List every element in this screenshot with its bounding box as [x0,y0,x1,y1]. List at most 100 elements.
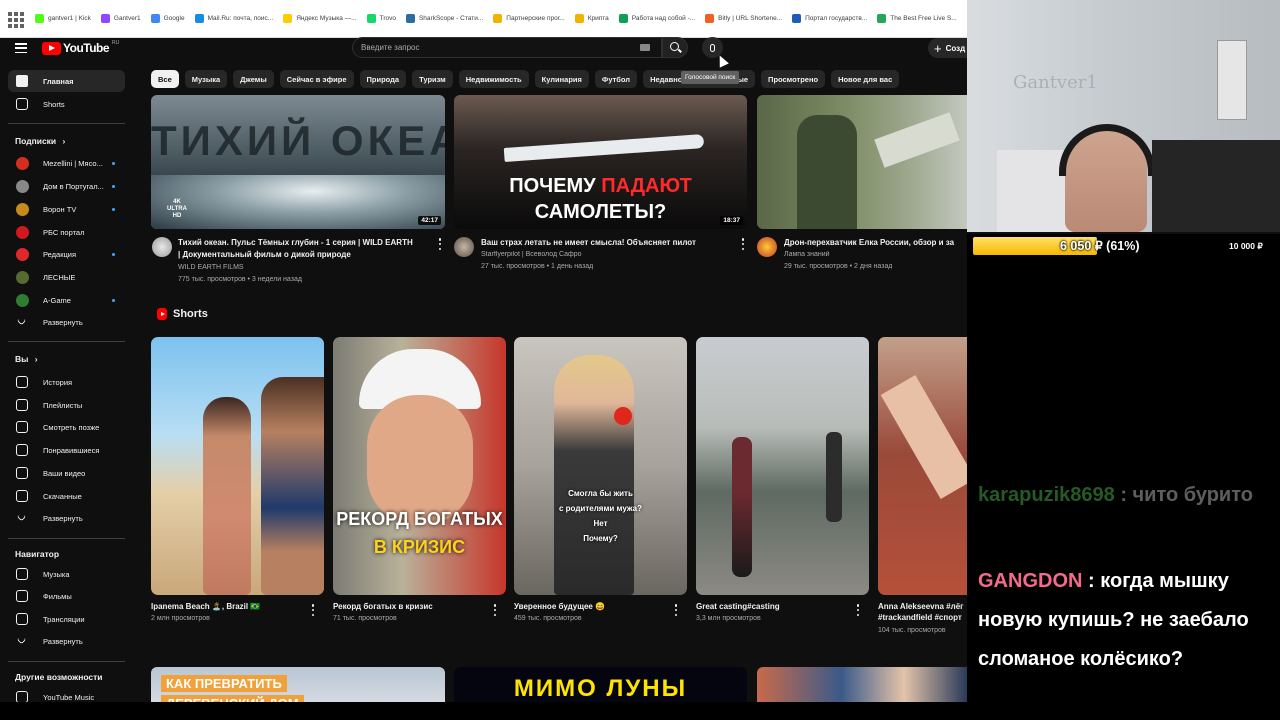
search-input[interactable]: Введите запрос [352,37,662,58]
sidebar-item[interactable]: Дом в Португал... [8,175,125,197]
chip-11[interactable]: Новое для вас [831,70,900,88]
short-thumbnail[interactable]: РЕКОРД БОГАТЫХ В КРИЗИС [333,337,506,595]
short-title-line-2[interactable]: #trackandfield #спорт [878,612,967,623]
channel-name[interactable]: Лампа знаний [784,251,830,258]
sidebar-item[interactable]: Ваши видео [8,462,125,484]
microphone-graphic [614,407,632,425]
sidebar-item[interactable]: Ворон TV [8,198,125,220]
sidebar-item[interactable]: Редакция [8,243,125,265]
person-graphic [826,432,842,522]
bookmark-item[interactable]: Trovo [362,9,401,29]
short-subtitle-4: Почему? [583,534,618,543]
sidebar-item[interactable]: Главная [8,70,125,92]
video-thumbnail[interactable] [757,95,967,229]
region-code: RU [112,40,120,46]
bookmark-item[interactable]: Крипта [570,9,614,29]
sidebar-item[interactable]: РБС портал [8,221,125,243]
short-views: 71 тыс. просмотров [333,615,397,622]
more-options-icon[interactable] [741,238,745,250]
short-title[interactable]: Уверенное будущее 😄 [514,601,664,612]
short-title[interactable]: Рекорд богатых в кризис [333,601,483,612]
more-options-icon[interactable] [856,604,860,616]
chip-4[interactable]: Природа [359,70,407,88]
sidebar-item[interactable]: Shorts [8,93,125,115]
keyboard-icon[interactable] [640,44,650,51]
chip-6[interactable]: Недвижимость [458,70,529,88]
bookmark-favicon-icon [150,14,160,23]
bookmark-item[interactable]: Mail.Ru: почта, поис... [190,9,279,29]
sidebar-item[interactable]: Понравившиеся [8,439,125,461]
short-thumbnail[interactable] [151,337,324,595]
channel-avatar[interactable] [454,237,474,257]
menu-icon[interactable] [15,43,27,53]
bookmark-item[interactable]: Партнерские прог... [488,9,569,29]
video-thumbnail[interactable] [757,667,967,707]
video-title-line-2[interactable]: | Документальный фильм о дикой природе [178,249,433,261]
donation-goal: 10 000 ₽ [1229,241,1263,251]
channel-name[interactable]: WILD EARTH FILMS [178,264,244,271]
chip-0[interactable]: Все [151,70,179,88]
more-options-icon[interactable] [438,238,442,250]
sidebar-item[interactable]: История [8,371,125,393]
short-title[interactable]: Ipanema Beach 🏝️, Brazil 🇧🇷 [151,601,301,612]
sidebar-section-heading[interactable]: Подписки › [15,136,65,146]
bookmark-item[interactable]: The Best Free Live S... [872,9,961,29]
search-button[interactable] [662,37,688,58]
bookmark-label: Google [163,15,185,22]
video-thumbnail[interactable]: МИМО ЛУНЫ [454,667,747,707]
video-title[interactable]: Дрон-перехватчик Елка России, обзор и за [784,237,967,249]
chip-7[interactable]: Кулинария [534,70,589,88]
bookmark-item[interactable]: Яндекс Музыка —... [278,9,361,29]
sidebar-item[interactable]: Фильмы [8,585,125,607]
sidebar-item[interactable]: A-Game [8,289,125,311]
video-thumbnail[interactable]: ПОЧЕМУ ПАДАЮТ САМОЛЕТЫ? 18:37 [454,95,747,229]
sidebar-item[interactable]: Развернуть [8,311,125,333]
short-thumbnail[interactable] [878,337,967,595]
sidebar-item[interactable]: Развернуть [8,507,125,529]
bookmark-item[interactable]: gantver1 | Kick [30,9,96,29]
sidebar-item[interactable]: Скачанные [8,485,125,507]
sidebar-item[interactable]: Развернуть [8,630,125,652]
more-options-icon[interactable] [493,604,497,616]
short-thumbnail[interactable]: Смогла бы жить с родителями мужа? Нет По… [514,337,687,595]
sidebar-item[interactable]: Mezellini | Мясо... [8,152,125,174]
wall-sign: Gantver1 [1013,72,1098,93]
chip-1[interactable]: Музыка [184,70,228,88]
short-title[interactable]: Great casting#casting [696,601,846,612]
short-thumbnail[interactable] [696,337,869,595]
video-thumbnail[interactable]: КАК ПРЕВРАТИТЬ ДЕРЕВЕНСКИЙ ДОМ [151,667,445,707]
chip-2[interactable]: Джемы [233,70,274,88]
bookmark-item[interactable]: Bitly | URL Shortene... [700,9,787,29]
chip-8[interactable]: Футбол [594,70,638,88]
channel-name[interactable]: Starflyerpilot | Всеволод Сафро [481,251,582,258]
apps-grid-icon[interactable] [6,10,24,28]
soldier-graphic [797,115,857,229]
live-icon [16,613,28,625]
person-graphic [554,355,634,595]
channel-avatar[interactable] [757,237,777,257]
bookmark-item[interactable]: SharkScope - Стати... [401,9,488,29]
video-thumbnail[interactable]: ТИХИЙ ОКЕАН 4K ULTRA HD 42:17 [151,95,445,229]
bookmark-item[interactable]: Gantver1 [96,9,146,29]
short-title[interactable]: Anna Alekseevna #лёг [878,601,967,612]
chip-10[interactable]: Просмотрено [761,70,826,88]
bookmark-item[interactable]: Портал государств... [787,9,872,29]
sidebar-section-heading[interactable]: Вы › [15,354,38,364]
youtube-play-icon [42,41,61,55]
bookmark-label: Партнерские прог... [506,15,565,22]
bookmark-item[interactable]: Работа над собой -... [614,9,700,29]
more-options-icon[interactable] [674,604,678,616]
sidebar-item[interactable]: Смотреть позже [8,416,125,438]
sidebar-item[interactable]: Трансляции [8,608,125,630]
sidebar-item[interactable]: ЛЕСНЫЕ [8,266,125,288]
channel-avatar[interactable] [152,237,172,257]
sidebar-item[interactable]: Плейлисты [8,394,125,416]
chip-3[interactable]: Сейчас в эфире [279,70,354,88]
sidebar-item[interactable]: Музыка [8,563,125,585]
video-title[interactable]: Ваш страх летать не имеет смысла! Объясн… [481,237,736,249]
youtube-logo[interactable]: YouTube RU [42,40,120,55]
video-title[interactable]: Тихий океан. Пульс Тёмных глубин - 1 сер… [178,237,433,249]
bookmark-item[interactable]: Google [146,9,190,29]
chip-5[interactable]: Туризм [412,70,453,88]
more-options-icon[interactable] [311,604,315,616]
